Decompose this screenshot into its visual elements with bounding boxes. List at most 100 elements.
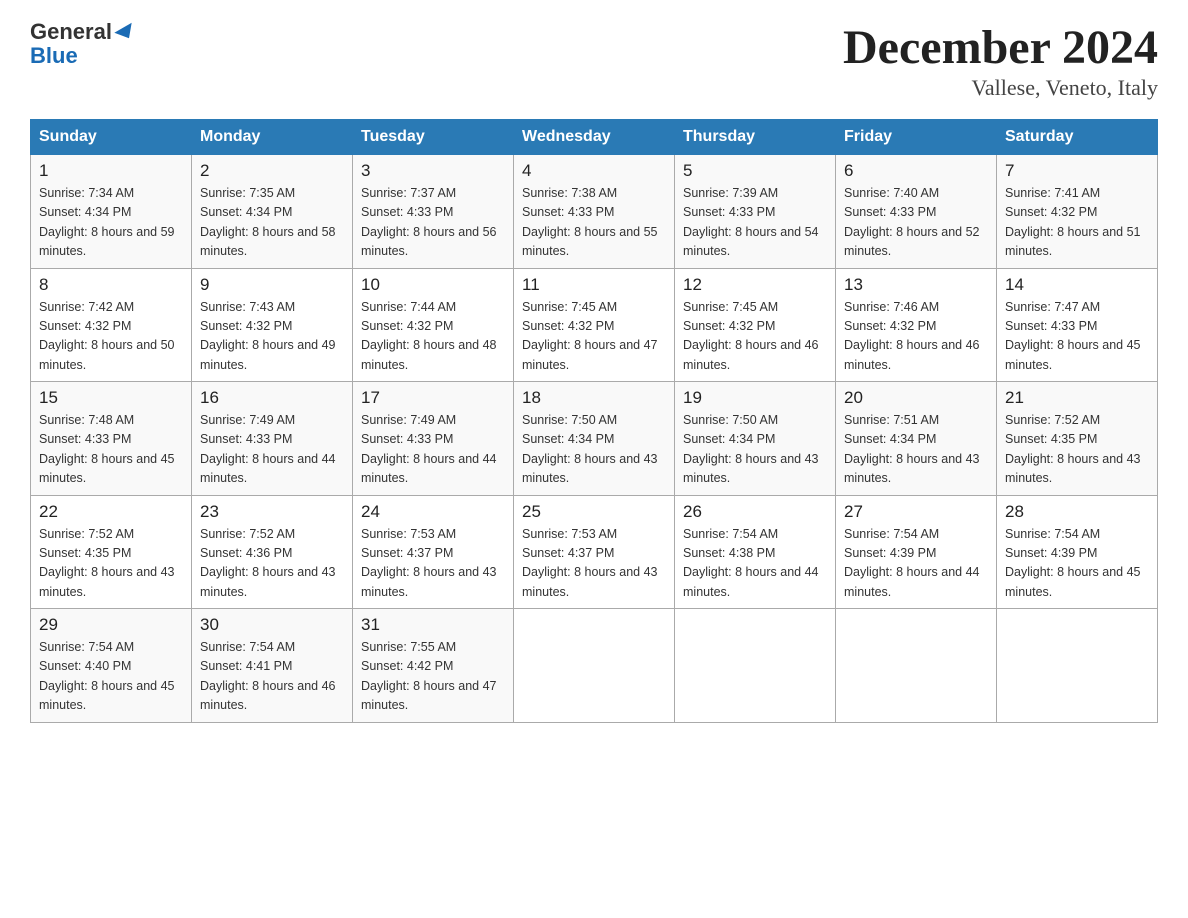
calendar-day-cell: 14 Sunrise: 7:47 AMSunset: 4:33 PMDayligh…	[997, 268, 1158, 382]
day-number: 23	[200, 502, 344, 522]
calendar-day-cell: 15 Sunrise: 7:48 AMSunset: 4:33 PMDayligh…	[31, 382, 192, 496]
day-number: 16	[200, 388, 344, 408]
day-info: Sunrise: 7:40 AMSunset: 4:33 PMDaylight:…	[844, 184, 988, 262]
calendar-day-cell: 10 Sunrise: 7:44 AMSunset: 4:32 PMDayligh…	[353, 268, 514, 382]
calendar-day-cell: 30Sunrise: 7:54 AMSunset: 4:41 PMDayligh…	[192, 609, 353, 723]
day-info: Sunrise: 7:47 AMSunset: 4:33 PMDaylight:…	[1005, 298, 1149, 376]
day-number: 25	[522, 502, 666, 522]
calendar-day-cell: 5 Sunrise: 7:39 AMSunset: 4:33 PMDaylight…	[675, 155, 836, 269]
day-number: 22	[39, 502, 183, 522]
day-info: Sunrise: 7:38 AMSunset: 4:33 PMDaylight:…	[522, 184, 666, 262]
logo-blue-text: Blue	[30, 44, 136, 68]
day-number: 6	[844, 161, 988, 181]
calendar-day-cell: 18 Sunrise: 7:50 AMSunset: 4:34 PMDayligh…	[514, 382, 675, 496]
day-info: Sunrise: 7:54 AMSunset: 4:39 PMDaylight:…	[1005, 525, 1149, 603]
day-number: 21	[1005, 388, 1149, 408]
calendar-day-cell: 11Sunrise: 7:45 AMSunset: 4:32 PMDayligh…	[514, 268, 675, 382]
calendar-day-cell: 7Sunrise: 7:41 AMSunset: 4:32 PMDaylight…	[997, 155, 1158, 269]
day-number: 15	[39, 388, 183, 408]
day-info: Sunrise: 7:35 AMSunset: 4:34 PMDaylight:…	[200, 184, 344, 262]
empty-cell	[675, 609, 836, 723]
empty-cell	[997, 609, 1158, 723]
day-info: Sunrise: 7:48 AMSunset: 4:33 PMDaylight:…	[39, 411, 183, 489]
day-info: Sunrise: 7:34 AMSunset: 4:34 PMDaylight:…	[39, 184, 183, 262]
day-number: 10	[361, 275, 505, 295]
day-info: Sunrise: 7:51 AMSunset: 4:34 PMDaylight:…	[844, 411, 988, 489]
day-info: Sunrise: 7:52 AMSunset: 4:36 PMDaylight:…	[200, 525, 344, 603]
calendar-day-cell: 8 Sunrise: 7:42 AMSunset: 4:32 PMDaylight…	[31, 268, 192, 382]
day-number: 1	[39, 161, 183, 181]
day-number: 12	[683, 275, 827, 295]
calendar-day-cell: 19 Sunrise: 7:50 AMSunset: 4:34 PMDayligh…	[675, 382, 836, 496]
day-number: 31	[361, 615, 505, 635]
day-info: Sunrise: 7:44 AMSunset: 4:32 PMDaylight:…	[361, 298, 505, 376]
day-number: 4	[522, 161, 666, 181]
day-number: 5	[683, 161, 827, 181]
col-header-thursday: Thursday	[675, 120, 836, 155]
logo-triangle-icon	[114, 23, 137, 43]
col-header-tuesday: Tuesday	[353, 120, 514, 155]
calendar-day-cell: 20 Sunrise: 7:51 AMSunset: 4:34 PMDayligh…	[836, 382, 997, 496]
calendar-week-row: 15 Sunrise: 7:48 AMSunset: 4:33 PMDayligh…	[31, 382, 1158, 496]
day-info: Sunrise: 7:45 AMSunset: 4:32 PMDaylight:…	[522, 298, 666, 376]
calendar-day-cell: 17 Sunrise: 7:49 AMSunset: 4:33 PMDayligh…	[353, 382, 514, 496]
day-info: Sunrise: 7:54 AMSunset: 4:39 PMDaylight:…	[844, 525, 988, 603]
col-header-saturday: Saturday	[997, 120, 1158, 155]
day-number: 30	[200, 615, 344, 635]
logo: General Blue	[30, 20, 136, 68]
page-header: General Blue December 2024 Vallese, Vene…	[30, 20, 1158, 101]
calendar-title: December 2024	[843, 20, 1158, 75]
day-info: Sunrise: 7:52 AMSunset: 4:35 PMDaylight:…	[1005, 411, 1149, 489]
day-info: Sunrise: 7:50 AMSunset: 4:34 PMDaylight:…	[522, 411, 666, 489]
day-info: Sunrise: 7:55 AMSunset: 4:42 PMDaylight:…	[361, 638, 505, 716]
day-info: Sunrise: 7:43 AMSunset: 4:32 PMDaylight:…	[200, 298, 344, 376]
calendar-day-cell: 28 Sunrise: 7:54 AMSunset: 4:39 PMDayligh…	[997, 495, 1158, 609]
day-info: Sunrise: 7:49 AMSunset: 4:33 PMDaylight:…	[200, 411, 344, 489]
calendar-day-cell: 29Sunrise: 7:54 AMSunset: 4:40 PMDayligh…	[31, 609, 192, 723]
day-number: 9	[200, 275, 344, 295]
empty-cell	[514, 609, 675, 723]
day-number: 17	[361, 388, 505, 408]
day-info: Sunrise: 7:49 AMSunset: 4:33 PMDaylight:…	[361, 411, 505, 489]
calendar-day-cell: 3 Sunrise: 7:37 AMSunset: 4:33 PMDaylight…	[353, 155, 514, 269]
calendar-day-cell: 26Sunrise: 7:54 AMSunset: 4:38 PMDayligh…	[675, 495, 836, 609]
calendar-header-row: SundayMondayTuesdayWednesdayThursdayFrid…	[31, 120, 1158, 155]
calendar-day-cell: 1 Sunrise: 7:34 AMSunset: 4:34 PMDaylight…	[31, 155, 192, 269]
calendar-day-cell: 16 Sunrise: 7:49 AMSunset: 4:33 PMDayligh…	[192, 382, 353, 496]
day-number: 18	[522, 388, 666, 408]
col-header-monday: Monday	[192, 120, 353, 155]
calendar-day-cell: 13Sunrise: 7:46 AMSunset: 4:32 PMDayligh…	[836, 268, 997, 382]
calendar-table: SundayMondayTuesdayWednesdayThursdayFrid…	[30, 119, 1158, 723]
day-info: Sunrise: 7:37 AMSunset: 4:33 PMDaylight:…	[361, 184, 505, 262]
day-info: Sunrise: 7:53 AMSunset: 4:37 PMDaylight:…	[361, 525, 505, 603]
empty-cell	[836, 609, 997, 723]
calendar-day-cell: 24 Sunrise: 7:53 AMSunset: 4:37 PMDayligh…	[353, 495, 514, 609]
calendar-week-row: 1 Sunrise: 7:34 AMSunset: 4:34 PMDaylight…	[31, 155, 1158, 269]
day-info: Sunrise: 7:53 AMSunset: 4:37 PMDaylight:…	[522, 525, 666, 603]
calendar-week-row: 29Sunrise: 7:54 AMSunset: 4:40 PMDayligh…	[31, 609, 1158, 723]
day-info: Sunrise: 7:42 AMSunset: 4:32 PMDaylight:…	[39, 298, 183, 376]
day-number: 14	[1005, 275, 1149, 295]
calendar-subtitle: Vallese, Veneto, Italy	[843, 75, 1158, 101]
day-number: 27	[844, 502, 988, 522]
day-number: 8	[39, 275, 183, 295]
logo-general-text: General	[30, 19, 112, 44]
calendar-day-cell: 6 Sunrise: 7:40 AMSunset: 4:33 PMDaylight…	[836, 155, 997, 269]
calendar-day-cell: 12Sunrise: 7:45 AMSunset: 4:32 PMDayligh…	[675, 268, 836, 382]
day-number: 7	[1005, 161, 1149, 181]
day-number: 3	[361, 161, 505, 181]
calendar-day-cell: 9 Sunrise: 7:43 AMSunset: 4:32 PMDaylight…	[192, 268, 353, 382]
day-number: 20	[844, 388, 988, 408]
calendar-week-row: 22Sunrise: 7:52 AMSunset: 4:35 PMDayligh…	[31, 495, 1158, 609]
day-number: 19	[683, 388, 827, 408]
col-header-wednesday: Wednesday	[514, 120, 675, 155]
calendar-day-cell: 4 Sunrise: 7:38 AMSunset: 4:33 PMDaylight…	[514, 155, 675, 269]
day-number: 24	[361, 502, 505, 522]
col-header-friday: Friday	[836, 120, 997, 155]
calendar-day-cell: 21 Sunrise: 7:52 AMSunset: 4:35 PMDayligh…	[997, 382, 1158, 496]
day-info: Sunrise: 7:50 AMSunset: 4:34 PMDaylight:…	[683, 411, 827, 489]
calendar-day-cell: 22Sunrise: 7:52 AMSunset: 4:35 PMDayligh…	[31, 495, 192, 609]
day-info: Sunrise: 7:39 AMSunset: 4:33 PMDaylight:…	[683, 184, 827, 262]
day-number: 28	[1005, 502, 1149, 522]
day-number: 2	[200, 161, 344, 181]
